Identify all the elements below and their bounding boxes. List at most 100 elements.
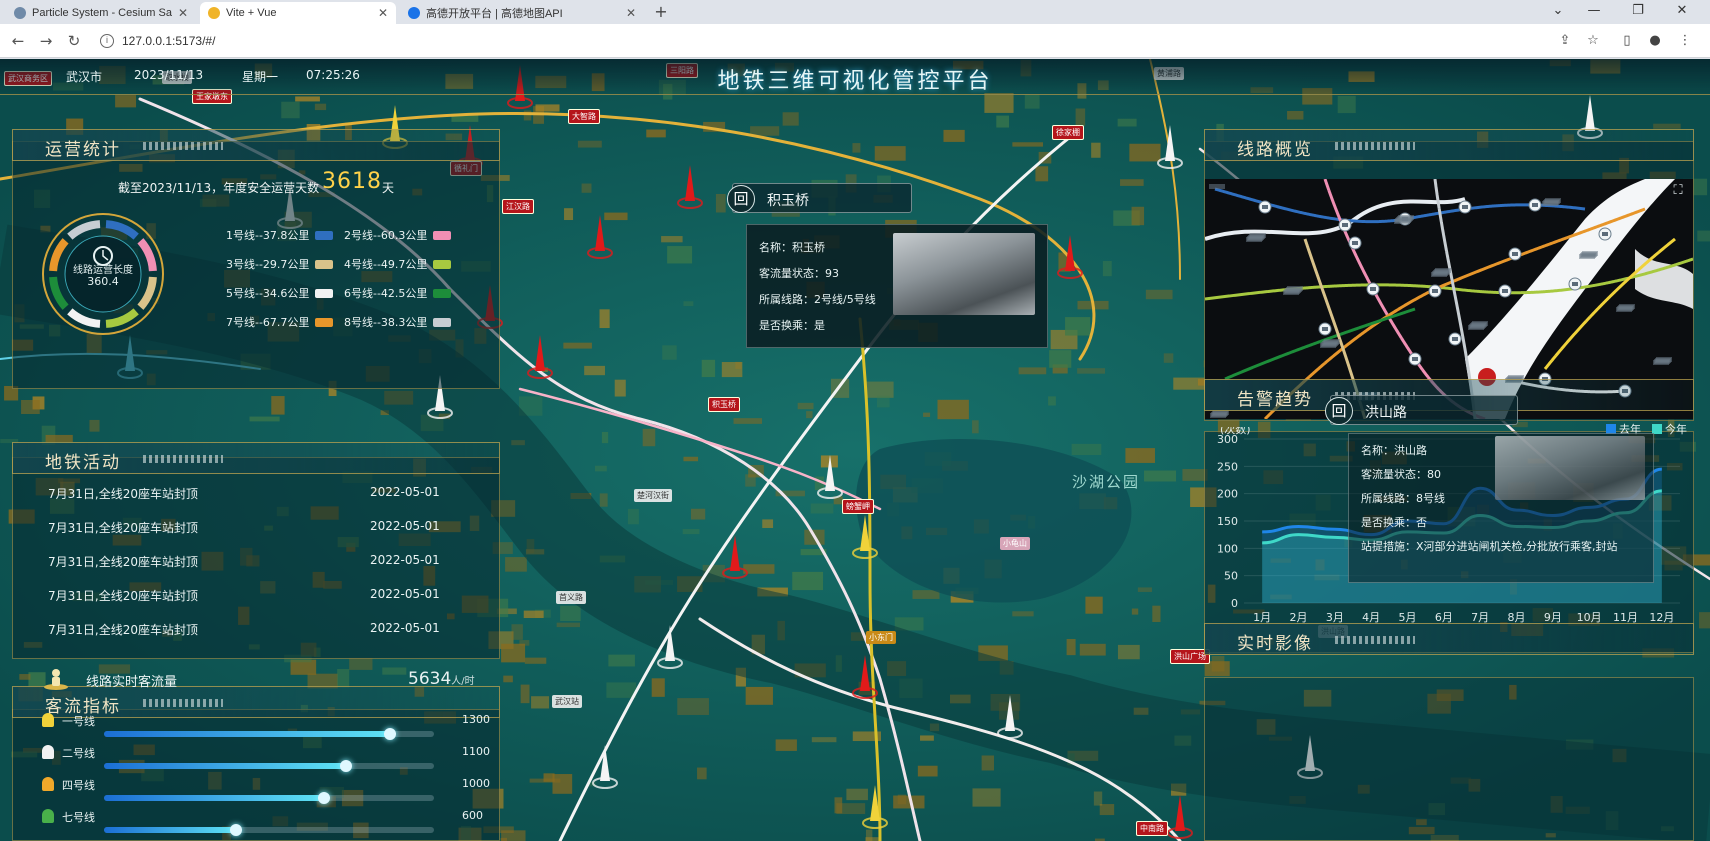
- city-block: [937, 399, 969, 420]
- map-station-label[interactable]: 小龟山: [1000, 537, 1030, 550]
- mini-station-label-mark: [1324, 339, 1340, 344]
- sidebar-icon[interactable]: ▯: [1618, 32, 1636, 50]
- activity-row[interactable]: 7月31日,全线20座车站封顶 2022-05-01: [14, 477, 498, 509]
- close-icon[interactable]: ✕: [178, 6, 188, 20]
- city-block: [852, 143, 861, 153]
- city-block: [981, 755, 995, 771]
- popup-status-label: 客流量状态：: [759, 267, 825, 280]
- line-color-swatch: [433, 317, 452, 327]
- map-station-label[interactable]: 中南路: [1136, 821, 1168, 836]
- url-field[interactable]: i 127.0.0.1:5173/#/: [100, 30, 1540, 52]
- reload-icon[interactable]: ↻: [64, 31, 84, 51]
- chart-ytick-label: 300: [1217, 433, 1238, 446]
- panel-title: 地铁活动: [45, 453, 121, 473]
- mini-station-glyph: [1370, 287, 1376, 291]
- tab-particle-system[interactable]: Particle System - Cesium Sandc ✕: [6, 2, 196, 24]
- flow-value: 1300: [462, 713, 490, 726]
- city-block: [627, 508, 639, 525]
- map-station-label[interactable]: 武汉站: [552, 695, 582, 708]
- line-length-label: 1号线--37.8公里: [226, 229, 310, 242]
- popup-name: 名称：洪山路: [1361, 442, 1427, 458]
- site-info-icon[interactable]: i: [100, 34, 114, 48]
- back-arrow-icon[interactable]: ←: [8, 31, 28, 51]
- station-tag-name: 洪山路: [1365, 405, 1407, 421]
- station-popup-second: 名称：洪山路 客流量状态：80 所属线路：8号线 是否换乘：否 站提措施：X河部…: [1348, 433, 1654, 583]
- new-tab-button[interactable]: +: [650, 2, 672, 22]
- popup-note-value: X河部分进站闸机关检,分批放行乘客,封站: [1416, 540, 1618, 553]
- city-block: [943, 129, 965, 142]
- minimize-icon[interactable]: —: [1576, 0, 1612, 22]
- window-close-icon[interactable]: ✕: [1664, 0, 1700, 22]
- activity-row[interactable]: 7月31日,全线20座车站封顶 2022-05-01: [14, 511, 498, 543]
- mini-station-glyph: [1572, 282, 1578, 286]
- ring-segment: [105, 308, 139, 328]
- profile-icon[interactable]: ●: [1646, 32, 1664, 50]
- close-icon[interactable]: ✕: [378, 6, 388, 20]
- map-station-label[interactable]: 积玉桥: [708, 397, 740, 412]
- map-station-label[interactable]: 楚河汉街: [634, 489, 672, 502]
- city-block: [501, 643, 526, 663]
- flow-bar-knob[interactable]: [230, 824, 242, 836]
- map-station-label[interactable]: 徐家棚: [1052, 125, 1084, 140]
- train-icon: [42, 777, 54, 791]
- city-block: [733, 418, 763, 424]
- map-station-label[interactable]: 小东门: [866, 631, 896, 644]
- activity-row[interactable]: 7月31日,全线20座车站封顶 2022-05-01: [14, 613, 498, 645]
- video-panel-header: 实时影像: [1204, 623, 1694, 655]
- address-bar: ← → ↻ i 127.0.0.1:5173/#/ ⇪ ☆ ▯ ● ⋮: [0, 24, 1710, 58]
- flow-bar-knob[interactable]: [384, 728, 396, 740]
- station-tag-main[interactable]: 回 积玉桥: [727, 183, 912, 213]
- city-block: [520, 684, 530, 704]
- station-tag-second[interactable]: 回 洪山路: [1325, 395, 1518, 425]
- city-block: [1085, 596, 1103, 614]
- city-block: [608, 654, 635, 667]
- close-icon[interactable]: ✕: [626, 6, 636, 20]
- city-block: [584, 365, 605, 376]
- chart-ytick-label: 0: [1231, 597, 1238, 610]
- map-station-label[interactable]: 螃蟹岬: [842, 499, 874, 514]
- city-block: [984, 93, 1014, 113]
- popup-status-value: 80: [1427, 468, 1441, 481]
- city-block: [1117, 644, 1140, 660]
- line-color-swatch: [315, 317, 334, 327]
- menu-icon[interactable]: ⋮: [1676, 32, 1694, 50]
- activity-panel-header: 地铁活动: [12, 442, 500, 474]
- map-station-label[interactable]: 江汉路: [502, 199, 534, 214]
- dots-decoration: [1335, 142, 1415, 150]
- tab-amap-api[interactable]: 高德开放平台 | 高德地图API ✕: [400, 2, 644, 24]
- flow-bar-knob[interactable]: [340, 760, 352, 772]
- flow-bar-knob[interactable]: [318, 792, 330, 804]
- city-block: [1079, 643, 1106, 656]
- tab-vite-vue[interactable]: Vite + Vue ✕: [200, 2, 396, 24]
- city-block: [577, 140, 602, 148]
- activity-row[interactable]: 7月31日,全线20座车站封顶 2022-05-01: [14, 579, 498, 611]
- city-block: [750, 126, 780, 136]
- forward-arrow-icon[interactable]: →: [36, 31, 56, 51]
- metro-station-icon: 回: [727, 185, 755, 213]
- city-block: [972, 420, 979, 434]
- city-block: [846, 788, 868, 801]
- page-viewport: 沙湖公园 武汉商务区王家墩东取水楼三阳路黄浦路大智路徐家棚循礼门江汉路积玉桥小东…: [0, 59, 1710, 841]
- fullscreen-icon[interactable]: ⛶: [1668, 181, 1688, 201]
- city-block: [745, 686, 773, 705]
- city-block: [1173, 377, 1206, 390]
- line-length-label: 6号线--42.5公里: [344, 287, 428, 300]
- flow-bar-fill: [104, 827, 236, 833]
- city-block: [1129, 143, 1161, 162]
- share-icon[interactable]: ⇪: [1556, 32, 1574, 50]
- city-block: [1071, 443, 1102, 456]
- city-block: [1048, 396, 1056, 406]
- flow-value: 1100: [462, 745, 490, 758]
- dots-decoration: [143, 142, 223, 150]
- chart-ytick-label: 200: [1217, 488, 1238, 501]
- activity-row[interactable]: 7月31日,全线20座车站封顶 2022-05-01: [14, 545, 498, 577]
- star-icon[interactable]: ☆: [1584, 32, 1602, 50]
- restore-icon[interactable]: ❐: [1620, 0, 1656, 22]
- dropdown-icon[interactable]: ⌄: [1540, 0, 1576, 22]
- map-station-label[interactable]: 首义路: [556, 591, 586, 604]
- mini-lake: [1635, 249, 1693, 309]
- map-station-label[interactable]: 大智路: [568, 109, 600, 124]
- city-block: [1698, 612, 1710, 629]
- city-block: [782, 112, 799, 126]
- flow-bar-fill: [104, 731, 390, 737]
